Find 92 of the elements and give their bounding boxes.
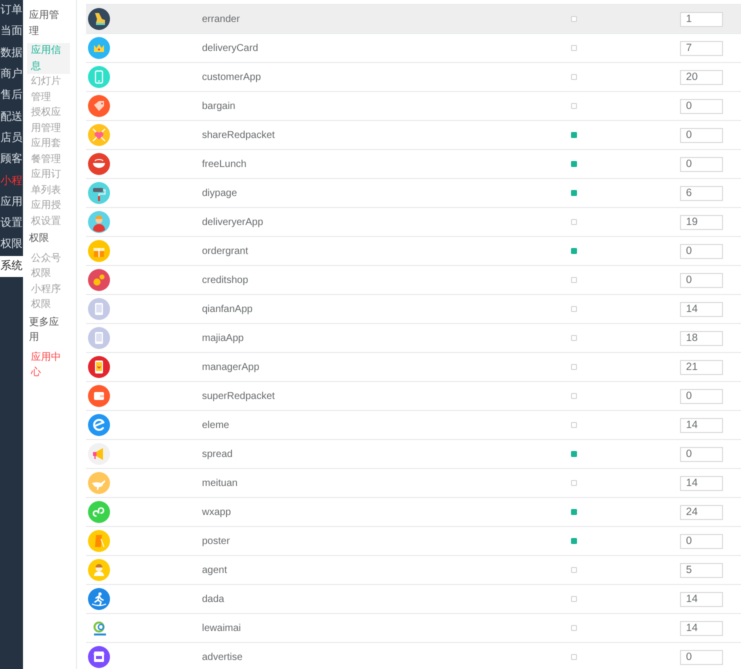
boot-icon <box>88 8 110 30</box>
section-title: 权限 <box>29 232 50 246</box>
app-name: creditshop <box>202 274 248 286</box>
nav-item[interactable]: 商户 <box>0 64 23 86</box>
number-field[interactable]: 0 <box>680 534 723 548</box>
nav-item[interactable]: 权限 <box>0 234 23 256</box>
number-field[interactable]: 18 <box>680 330 723 346</box>
checkbox[interactable] <box>571 74 577 80</box>
nav-item[interactable]: 配送 <box>0 106 23 128</box>
nav-item[interactable]: 应用 <box>0 192 23 213</box>
checkbox[interactable] <box>571 306 577 312</box>
number-field[interactable]: 0 <box>680 98 723 114</box>
nav-item[interactable]: 当面 <box>0 21 23 43</box>
number-field[interactable]: 0 <box>680 272 723 288</box>
checkbox[interactable] <box>571 654 577 660</box>
app-name: customerApp <box>202 70 261 84</box>
coins-icon <box>88 269 110 291</box>
checkbox[interactable] <box>571 45 577 51</box>
section-title: 更多应用 <box>29 316 60 345</box>
app-name: errander <box>202 12 240 26</box>
app-name: eleme <box>202 418 230 432</box>
checkbox[interactable] <box>571 480 577 486</box>
crown-icon <box>88 37 110 59</box>
nav-item[interactable]: 设置 <box>0 212 23 234</box>
checkbox[interactable] <box>571 103 577 109</box>
app-name: diypage <box>202 186 238 200</box>
checkbox[interactable] <box>571 625 577 631</box>
app-name: deliveryCard <box>202 42 258 54</box>
app-name: managerApp <box>202 360 260 374</box>
number-field[interactable]: 20 <box>680 70 723 84</box>
checkbox[interactable] <box>571 422 577 428</box>
nav-item[interactable]: 顾客 <box>0 149 23 170</box>
app-name: dada <box>202 592 224 606</box>
app-name: freeLunch <box>202 158 246 170</box>
number-field[interactable]: 6 <box>680 186 723 200</box>
tag-icon <box>88 95 110 117</box>
number-field[interactable]: 0 <box>680 650 723 664</box>
checkbox[interactable] <box>571 538 577 544</box>
app-name: poster <box>202 534 230 548</box>
number-field[interactable]: 7 <box>680 40 723 56</box>
checkbox[interactable] <box>571 248 577 254</box>
app-name: superRedpacket <box>202 390 275 402</box>
app-name: agent <box>202 564 228 576</box>
nav-item[interactable]: 系统 <box>0 256 23 277</box>
nav-item[interactable]: 店员 <box>0 128 23 150</box>
checkbox[interactable] <box>571 509 577 515</box>
app-name: qianfanApp <box>202 302 253 316</box>
checkbox[interactable] <box>571 335 577 341</box>
number-field[interactable]: 1 <box>680 12 723 26</box>
app-name: advertise <box>202 650 243 664</box>
nav-item[interactable]: 数据 <box>0 42 23 64</box>
nav-item[interactable]: 小程 <box>0 170 23 192</box>
checkbox[interactable] <box>571 16 577 22</box>
app-name: deliveryerApp <box>202 216 264 228</box>
checkbox[interactable] <box>571 132 577 138</box>
section-title: 应用管理 <box>29 8 60 38</box>
checkbox[interactable] <box>571 596 577 602</box>
checkbox[interactable] <box>571 219 577 225</box>
checkbox[interactable] <box>571 277 577 283</box>
number-field[interactable]: 21 <box>680 360 723 374</box>
number-field[interactable]: 0 <box>680 156 723 172</box>
number-field[interactable]: 14 <box>680 620 723 636</box>
number-field[interactable]: 24 <box>680 504 723 520</box>
number-field[interactable]: 14 <box>680 418 723 432</box>
person-icon <box>88 211 110 233</box>
nav-item[interactable]: 订单 <box>0 0 23 22</box>
checkbox[interactable] <box>571 190 577 196</box>
app-name: meituan <box>202 476 238 490</box>
app-name: lewaimai <box>202 622 241 634</box>
number-field[interactable]: 14 <box>680 592 723 606</box>
number-field[interactable]: 0 <box>680 446 723 462</box>
number-field[interactable]: 14 <box>680 476 723 490</box>
number-field[interactable]: 0 <box>680 244 723 258</box>
checkbox[interactable] <box>571 161 577 167</box>
menu-item[interactable]: 应用中心 <box>27 350 70 380</box>
nav-item[interactable]: 售后 <box>0 85 23 106</box>
app-name: bargain <box>202 100 236 112</box>
app-name: wxapp <box>202 506 231 518</box>
app-name: shareRedpacket <box>202 128 275 142</box>
number-field[interactable]: 0 <box>680 128 723 142</box>
number-field[interactable]: 5 <box>680 562 723 578</box>
checkbox[interactable] <box>571 364 577 370</box>
checkbox[interactable] <box>571 451 577 457</box>
app-name: spread <box>202 448 233 460</box>
app-name: majiaApp <box>202 332 244 344</box>
logo-icon <box>91 620 109 636</box>
checkbox[interactable] <box>571 567 577 573</box>
number-field[interactable]: 19 <box>680 214 723 230</box>
number-field[interactable]: 14 <box>680 302 723 316</box>
number-field[interactable]: 0 <box>680 388 723 404</box>
checkbox[interactable] <box>571 393 577 399</box>
app-name: ordergrant <box>202 244 248 258</box>
